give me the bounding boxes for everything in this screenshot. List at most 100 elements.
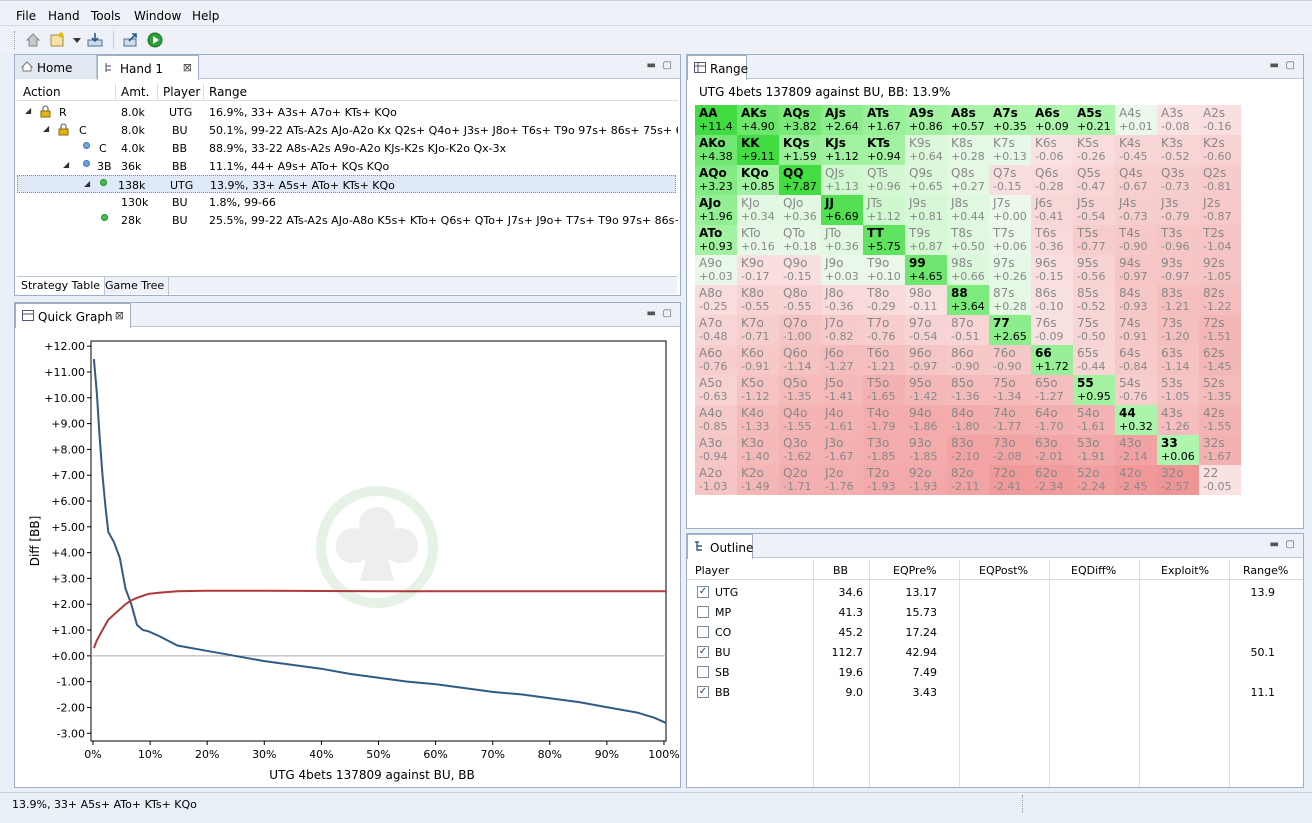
header-player[interactable]: Player <box>163 85 200 99</box>
range-cell-93s[interactable]: 93s -0.97 <box>1157 255 1199 285</box>
maximize-icon[interactable]: ▢ <box>663 60 672 71</box>
range-cell-65s[interactable]: 65s -0.44 <box>1073 345 1115 375</box>
maximize-icon[interactable]: ▢ <box>1286 539 1295 550</box>
range-cell-KQo[interactable]: KQo +0.85 <box>737 165 779 195</box>
range-cell-74s[interactable]: 74s -0.91 <box>1115 315 1157 345</box>
range-cell-52o[interactable]: 52o -2.24 <box>1073 465 1115 495</box>
header-range[interactable]: Range% <box>1243 564 1288 577</box>
range-cell-97s[interactable]: 97s +0.26 <box>989 255 1031 285</box>
table-row[interactable]: 28k BU 25.5%, 99-22 ATs-A2s AJo-A8o K5s+… <box>17 211 678 229</box>
range-cell-J6o[interactable]: J6o -1.27 <box>821 345 863 375</box>
range-cell-76o[interactable]: 76o -0.90 <box>989 345 1031 375</box>
expand-icon[interactable]: ◢ <box>84 179 90 188</box>
range-cell-82s[interactable]: 82s -1.22 <box>1199 285 1241 315</box>
close-icon[interactable]: ⊠ <box>183 61 192 74</box>
range-cell-T9s[interactable]: T9s +0.87 <box>905 225 947 255</box>
range-cell-63s[interactable]: 63s -1.14 <box>1157 345 1199 375</box>
range-cell-QJo[interactable]: QJo +0.36 <box>779 195 821 225</box>
range-cell-J2s[interactable]: J2s -0.87 <box>1199 195 1241 225</box>
range-cell-Q8s[interactable]: Q8s +0.27 <box>947 165 989 195</box>
range-cell-K3s[interactable]: K3s -0.52 <box>1157 135 1199 165</box>
range-cell-Q6s[interactable]: Q6s -0.28 <box>1031 165 1073 195</box>
minimize-icon[interactable]: ▬ <box>647 308 656 319</box>
range-cell-J8o[interactable]: J8o -0.36 <box>821 285 863 315</box>
range-cell-65o[interactable]: 65o -1.27 <box>1031 375 1073 405</box>
chevron-down-icon[interactable] <box>68 31 86 49</box>
maximize-icon[interactable]: ▢ <box>663 308 672 319</box>
range-cell-AKo[interactable]: AKo +4.38 <box>695 135 737 165</box>
range-cell-85s[interactable]: 85s -0.52 <box>1073 285 1115 315</box>
range-cell-J3o[interactable]: J3o -1.67 <box>821 435 863 465</box>
range-cell-AJo[interactable]: AJo +1.96 <box>695 195 737 225</box>
range-cell-87o[interactable]: 87o -0.51 <box>947 315 989 345</box>
export-icon[interactable] <box>122 31 140 49</box>
expand-icon[interactable]: ◢ <box>63 160 69 169</box>
minimize-icon[interactable]: ▬ <box>1270 60 1279 71</box>
range-cell-KJs[interactable]: KJs +1.12 <box>821 135 863 165</box>
player-checkbox[interactable] <box>697 626 709 638</box>
range-cell-A5s[interactable]: A5s +0.21 <box>1073 105 1115 135</box>
range-cell-K4s[interactable]: K4s -0.45 <box>1115 135 1157 165</box>
menu-file[interactable]: File <box>16 9 36 23</box>
range-cell-Q5s[interactable]: Q5s -0.47 <box>1073 165 1115 195</box>
range-cell-Q9s[interactable]: Q9s +0.65 <box>905 165 947 195</box>
range-cell-KTo[interactable]: KTo +0.16 <box>737 225 779 255</box>
range-cell-A4s[interactable]: A4s +0.01 <box>1115 105 1157 135</box>
new-hand-icon[interactable] <box>48 31 66 49</box>
tab-game-tree[interactable]: Game Tree <box>101 277 170 295</box>
range-cell-62o[interactable]: 62o -2.34 <box>1031 465 1073 495</box>
range-cell-T2s[interactable]: T2s -1.04 <box>1199 225 1241 255</box>
range-cell-54s[interactable]: 54s -0.76 <box>1115 375 1157 405</box>
range-cell-Q7o[interactable]: Q7o -1.00 <box>779 315 821 345</box>
range-cell-84o[interactable]: 84o -1.80 <box>947 405 989 435</box>
range-cell-J4s[interactable]: J4s -0.73 <box>1115 195 1157 225</box>
range-cell-43s[interactable]: 43s -1.26 <box>1157 405 1199 435</box>
table-row[interactable]: ◢ C 8.0k BU 50.1%, 99-22 ATs-A2s AJo-A2o… <box>17 121 678 139</box>
tab-range[interactable]: Range <box>687 55 748 80</box>
range-cell-K6o[interactable]: K6o -0.91 <box>737 345 779 375</box>
header-action[interactable]: Action <box>23 85 61 99</box>
range-cell-Q2s[interactable]: Q2s -0.81 <box>1199 165 1241 195</box>
range-cell-J6s[interactable]: J6s -0.41 <box>1031 195 1073 225</box>
tab-outline[interactable]: Outline <box>687 534 753 559</box>
range-cell-95o[interactable]: 95o -1.42 <box>905 375 947 405</box>
range-cell-K8s[interactable]: K8s +0.28 <box>947 135 989 165</box>
range-cell-J8s[interactable]: J8s +0.44 <box>947 195 989 225</box>
table-row[interactable]: ◢ 3B 36k BB 11.1%, 44+ A9s+ ATo+ KQs KQo <box>17 157 676 175</box>
player-checkbox[interactable] <box>697 606 709 618</box>
range-cell-94s[interactable]: 94s -0.97 <box>1115 255 1157 285</box>
range-cell-A8o[interactable]: A8o -0.25 <box>695 285 737 315</box>
player-checkbox[interactable] <box>697 666 709 678</box>
range-cell-A3o[interactable]: A3o -0.94 <box>695 435 737 465</box>
range-cell-97o[interactable]: 97o -0.54 <box>905 315 947 345</box>
header-eqpre[interactable]: EQPre% <box>893 564 937 577</box>
range-cell-JJ[interactable]: JJ +6.69 <box>821 195 863 225</box>
range-cell-63o[interactable]: 63o -2.01 <box>1031 435 1073 465</box>
range-cell-K9o[interactable]: K9o -0.17 <box>737 255 779 285</box>
range-cell-A7s[interactable]: A7s +0.35 <box>989 105 1031 135</box>
range-cell-AQo[interactable]: AQo +3.23 <box>695 165 737 195</box>
range-cell-J3s[interactable]: J3s -0.79 <box>1157 195 1199 225</box>
range-cell-A2o[interactable]: A2o -1.03 <box>695 465 737 495</box>
range-cell-K7o[interactable]: K7o -0.71 <box>737 315 779 345</box>
range-cell-94o[interactable]: 94o -1.86 <box>905 405 947 435</box>
range-cell-87s[interactable]: 87s +0.28 <box>989 285 1031 315</box>
range-cell-J2o[interactable]: J2o -1.76 <box>821 465 863 495</box>
range-cell-83o[interactable]: 83o -2.10 <box>947 435 989 465</box>
range-cell-K5o[interactable]: K5o -1.12 <box>737 375 779 405</box>
range-cell-A8s[interactable]: A8s +0.57 <box>947 105 989 135</box>
range-cell-92o[interactable]: 92o -1.93 <box>905 465 947 495</box>
range-cell-A7o[interactable]: A7o -0.48 <box>695 315 737 345</box>
range-cell-QTs[interactable]: QTs +0.96 <box>863 165 905 195</box>
range-cell-JTs[interactable]: JTs +1.12 <box>863 195 905 225</box>
range-cell-T8o[interactable]: T8o -0.29 <box>863 285 905 315</box>
range-cell-85o[interactable]: 85o -1.36 <box>947 375 989 405</box>
range-cell-75s[interactable]: 75s -0.50 <box>1073 315 1115 345</box>
header-eqdiff[interactable]: EQDiff% <box>1071 564 1116 577</box>
range-cell-98o[interactable]: 98o -0.11 <box>905 285 947 315</box>
menu-help[interactable]: Help <box>192 9 219 23</box>
player-checkbox[interactable]: ✓ <box>697 586 709 598</box>
maximize-icon[interactable]: ▢ <box>1286 60 1295 71</box>
range-cell-33[interactable]: 33 +0.06 <box>1157 435 1199 465</box>
range-cell-73o[interactable]: 73o -2.08 <box>989 435 1031 465</box>
